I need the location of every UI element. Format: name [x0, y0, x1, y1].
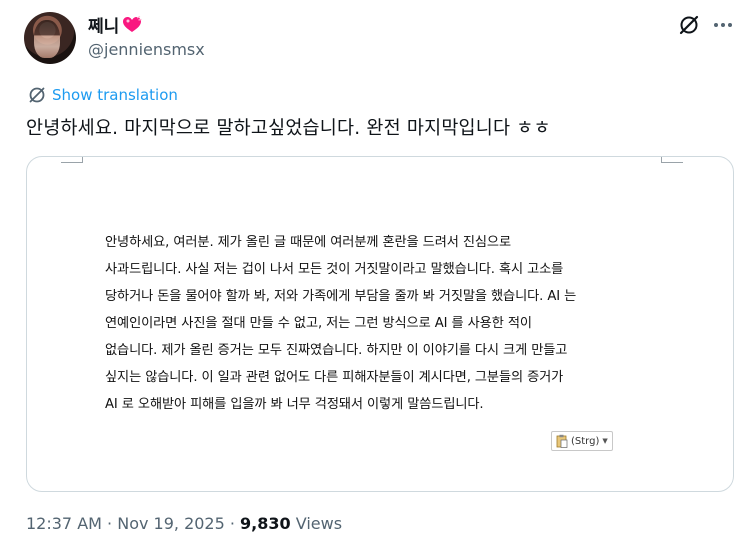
- heart-emoji-icon: [123, 15, 142, 32]
- document-line: 없습니다. 제가 올린 증거는 모두 진짜였습니다. 하지만 이 이야기를 다시…: [105, 343, 568, 358]
- grok-icon[interactable]: [678, 14, 700, 36]
- meta-separator: ·: [101, 514, 118, 533]
- media-card[interactable]: 안녕하세요, 여러분. 제가 올린 글 때문에 여러분께 혼란을 드려서 진심으…: [26, 156, 734, 492]
- translate-row[interactable]: Show translation: [28, 86, 178, 104]
- document-line: 사과드립니다. 사실 저는 겁이 나서 모든 것이 거짓말이라고 말했습니다. …: [105, 262, 564, 277]
- meta-separator: ·: [224, 514, 241, 533]
- user-handle[interactable]: @jenniensmsx: [88, 40, 205, 59]
- display-name-text: 쩨니: [88, 17, 120, 37]
- paste-shortcut-label: (Strg): [571, 435, 600, 447]
- paste-options-button: (Strg) ▼: [551, 431, 613, 451]
- crop-mark-left: [61, 157, 83, 163]
- translate-icon: [29, 87, 45, 103]
- show-translation-link[interactable]: Show translation: [52, 86, 178, 104]
- document-line: 연예인이라면 사진을 절대 만들 수 없고, 저는 그런 방식으로 AI 를 사…: [105, 316, 532, 331]
- tweet-date[interactable]: Nov 19, 2025: [117, 514, 225, 533]
- tweet-meta: 12:37 AM · Nov 19, 2025 · 9,830 Views: [26, 514, 342, 533]
- document-line: 싶지는 않습니다. 이 일과 관련 없어도 다른 피해자분들이 계시다면, 그분…: [105, 370, 564, 385]
- tweet-text: 안녕하세요. 마지막으로 말하고싶었습니다. 완전 마지막입니다 ㅎㅎ: [26, 118, 551, 139]
- views-label: Views: [290, 514, 343, 533]
- document-line: AI 로 오해받아 피해를 입을까 봐 너무 걱정돼서 이렇게 말씀드립니다.: [105, 397, 484, 412]
- document-line: 안녕하세요, 여러분. 제가 올린 글 때문에 여러분께 혼란을 드려서 진심으…: [105, 235, 511, 250]
- tweet-time[interactable]: 12:37 AM: [26, 514, 102, 533]
- avatar[interactable]: [24, 12, 76, 64]
- views-count: 9,830: [240, 514, 291, 533]
- chevron-down-icon: ▼: [602, 437, 608, 445]
- more-icon[interactable]: [712, 14, 734, 36]
- document-line: 당하거나 돈을 물어야 할까 봐, 저와 가족에게 부담을 줄까 봐 거짓말을 …: [105, 289, 577, 304]
- clipboard-icon: [556, 434, 568, 448]
- document-text: 안녕하세요, 여러분. 제가 올린 글 때문에 여러분께 혼란을 드려서 진심으…: [105, 229, 665, 418]
- crop-mark-right: [661, 157, 683, 163]
- display-name[interactable]: 쩨니: [88, 12, 142, 37]
